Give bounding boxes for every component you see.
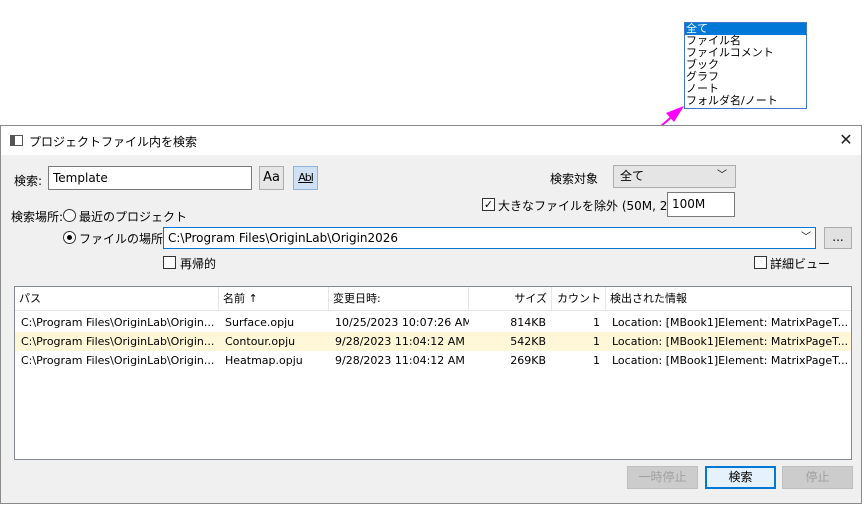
dialog-title: プロジェクトファイル内を検索 bbox=[29, 135, 198, 149]
search-target-label: 検索対象 bbox=[550, 172, 599, 186]
search-label: 検索: bbox=[14, 174, 43, 188]
browse-button[interactable]: ... bbox=[824, 227, 852, 249]
search-target-select[interactable]: 全て ﹀ bbox=[613, 165, 736, 188]
cell-info: Location: [MBook1]Element: MatrixPageT..… bbox=[612, 316, 849, 329]
chevron-down-icon: ﹀ bbox=[717, 170, 727, 181]
column-header-count[interactable]: カウント bbox=[552, 287, 606, 311]
file-location-radio[interactable] bbox=[63, 231, 76, 244]
cell-size: 814KB bbox=[510, 316, 546, 329]
recent-projects-radio[interactable] bbox=[63, 209, 76, 222]
detail-view-checkbox[interactable] bbox=[754, 256, 767, 269]
file-location-select[interactable]: C:\Program Files\OriginLab\Origin2026 ﹀ bbox=[163, 227, 816, 249]
exclude-size-input[interactable]: 100M bbox=[667, 192, 735, 217]
cell-name: Heatmap.opju bbox=[225, 354, 303, 367]
search-project-dialog: プロジェクトファイル内を検索 ✕ 検索: Template Aa Abl 検索対… bbox=[0, 125, 862, 504]
dialog-titlebar: プロジェクトファイル内を検索 ✕ bbox=[1, 126, 861, 155]
cell-modified: 9/28/2023 11:04:12 AM bbox=[335, 335, 465, 348]
recent-projects-label: 最近のプロジェクト bbox=[79, 210, 188, 224]
cell-count: 1 bbox=[593, 335, 600, 348]
file-location-path: C:\Program Files\OriginLab\Origin2026 bbox=[168, 231, 399, 245]
cell-modified: 10/25/2023 10:07:26 AM bbox=[335, 316, 469, 329]
stop-button[interactable]: 停止 bbox=[782, 466, 853, 489]
column-header-modified[interactable]: 変更日時: bbox=[329, 287, 469, 311]
cell-name: Surface.opju bbox=[225, 316, 295, 329]
cell-path: C:\Program Files\OriginLab\Origin... bbox=[21, 316, 215, 329]
location-label: 検索場所: bbox=[11, 210, 64, 224]
table-row[interactable]: C:\Program Files\OriginLab\Origin... Con… bbox=[15, 332, 851, 351]
column-header-info[interactable]: 検出された情報 bbox=[606, 287, 851, 311]
recursive-checkbox[interactable] bbox=[163, 256, 176, 269]
column-header-size[interactable]: サイズ bbox=[469, 287, 552, 311]
recursive-label: 再帰的 bbox=[180, 257, 217, 271]
cell-name: Contour.opju bbox=[225, 335, 296, 348]
match-case-icon: Aa bbox=[263, 170, 280, 185]
file-location-label: ファイルの場所 bbox=[79, 232, 164, 246]
match-case-button[interactable]: Aa bbox=[259, 166, 284, 190]
table-header: パス 名前 ↑ 変更日時: サイズ カウント 検出された情報 bbox=[15, 287, 851, 311]
close-button[interactable]: ✕ bbox=[835, 130, 857, 150]
column-header-name[interactable]: 名前 ↑ bbox=[219, 287, 329, 311]
exclude-large-files-checkbox[interactable]: ✓ bbox=[482, 198, 495, 211]
search-button[interactable]: 検索 bbox=[705, 466, 776, 489]
whole-word-button[interactable]: Abl bbox=[293, 166, 318, 190]
whole-word-icon: Abl bbox=[298, 171, 314, 184]
cell-path: C:\Program Files\OriginLab\Origin... bbox=[21, 354, 215, 367]
cell-size: 542KB bbox=[510, 335, 546, 348]
window-icon bbox=[10, 135, 23, 146]
cell-modified: 9/28/2023 11:04:12 AM bbox=[335, 354, 465, 367]
table-row[interactable]: C:\Program Files\OriginLab\Origin... Hea… bbox=[15, 351, 851, 370]
cell-count: 1 bbox=[593, 354, 600, 367]
search-target-value: 全て bbox=[620, 169, 645, 183]
search-target-dropdown-list[interactable]: 全て ファイル名 ファイルコメント ブック グラフ ノート フォルダ名/ノート bbox=[684, 22, 807, 109]
cell-path: C:\Program Files\OriginLab\Origin... bbox=[21, 335, 215, 348]
cell-count: 1 bbox=[593, 316, 600, 329]
exclude-large-files-label: 大きなファイルを除外 (50M, 2G) bbox=[498, 199, 682, 213]
pause-button[interactable]: 一時停止 bbox=[627, 466, 698, 489]
chevron-down-icon: ﹀ bbox=[801, 232, 811, 243]
search-input[interactable]: Template bbox=[48, 166, 252, 190]
dropdown-option-folder-note[interactable]: フォルダ名/ノート bbox=[685, 95, 806, 107]
table-row[interactable]: C:\Program Files\OriginLab\Origin... Sur… bbox=[15, 313, 851, 332]
cell-size: 269KB bbox=[510, 354, 546, 367]
column-header-path[interactable]: パス bbox=[15, 287, 219, 311]
cell-info: Location: [MBook1]Element: MatrixPageT..… bbox=[612, 354, 849, 367]
cell-info: Location: [MBook1]Element: MatrixPageT..… bbox=[612, 335, 849, 348]
callout-arrow-head bbox=[666, 106, 684, 122]
detail-view-label: 詳細ビュー bbox=[770, 257, 831, 271]
results-table[interactable]: パス 名前 ↑ 変更日時: サイズ カウント 検出された情報 C:\Progra… bbox=[14, 286, 852, 460]
